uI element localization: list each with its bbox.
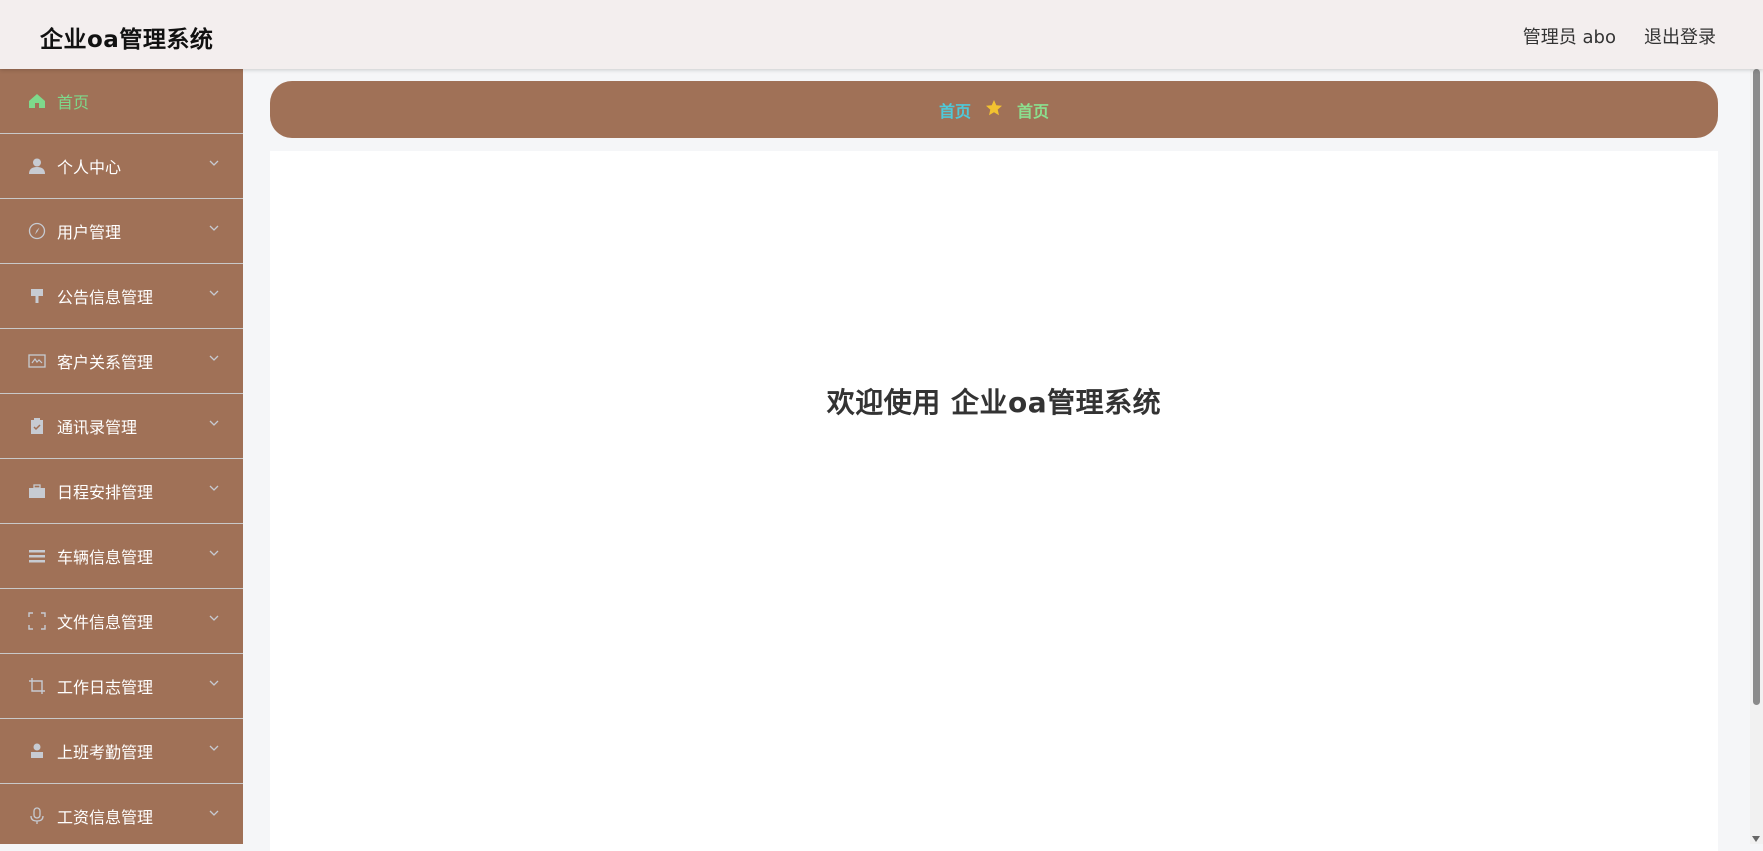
sidebar-item-schedule[interactable]: 日程安排管理 (0, 459, 243, 524)
sidebar-item-attendance[interactable]: 上班考勤管理 (0, 719, 243, 784)
sidebar-item-label: 上班考勤管理 (57, 743, 154, 762)
breadcrumb-current: 首页 (1017, 101, 1050, 121)
sidebar-item-files[interactable]: 文件信息管理 (0, 589, 243, 654)
welcome-heading: 欢迎使用 企业oa管理系统 (826, 386, 1162, 419)
compass-icon (27, 221, 47, 241)
home-icon (27, 91, 47, 111)
user-icon (27, 156, 47, 176)
sidebar-item-home[interactable]: 首页 (0, 69, 243, 134)
sidebar-item-label: 首页 (57, 93, 90, 112)
chevron-down-icon (209, 810, 219, 816)
vertical-scrollbar[interactable] (1750, 69, 1763, 844)
sidebar-item-personal-center[interactable]: 个人中心 (0, 134, 243, 199)
chevron-down-icon (209, 160, 219, 166)
logout-button[interactable]: 退出登录 (1644, 23, 1716, 49)
top-header: 企业oa管理系统 管理员 abo 退出登录 (0, 0, 1763, 69)
briefcase-icon (27, 481, 47, 501)
star-icon (985, 99, 1003, 121)
crop-icon (27, 676, 47, 696)
breadcrumb-home-link[interactable]: 首页 (939, 98, 971, 122)
header-actions: 管理员 abo 退出登录 (1523, 23, 1716, 49)
chevron-down-icon (209, 225, 219, 231)
sidebar-item-label: 通讯录管理 (57, 418, 138, 437)
sidebar-item-label: 车辆信息管理 (57, 548, 154, 567)
current-user-label[interactable]: 管理员 abo (1523, 23, 1616, 49)
sidebar-item-contacts[interactable]: 通讯录管理 (0, 394, 243, 459)
frame-icon (27, 611, 47, 631)
sidebar-item-label: 文件信息管理 (57, 613, 154, 632)
sidebar-item-label: 用户管理 (57, 223, 122, 242)
person-icon (27, 741, 47, 761)
chevron-down-icon (209, 420, 219, 426)
id-card-icon (27, 351, 47, 371)
sidebar-item-salary[interactable]: 工资信息管理 (0, 784, 243, 844)
sidebar-menu: 首页 个人中心 用户管理 公告信息管理 客户关系管理 通讯录管理 日程安排管理 … (0, 69, 243, 844)
app-title: 企业oa管理系统 (40, 27, 214, 53)
chevron-down-icon (209, 615, 219, 621)
chevron-down-icon (209, 290, 219, 296)
sidebar-item-label: 工作日志管理 (57, 678, 154, 697)
scrollbar-thumb[interactable] (1753, 69, 1760, 705)
sidebar-item-work-log[interactable]: 工作日志管理 (0, 654, 243, 719)
sidebar-item-label: 工资信息管理 (57, 808, 154, 827)
content-card: 欢迎使用 企业oa管理系统 (270, 151, 1718, 851)
sidebar-item-label: 客户关系管理 (57, 353, 154, 372)
breadcrumb: 首页 首页 (270, 81, 1718, 138)
sidebar-item-announcements[interactable]: 公告信息管理 (0, 264, 243, 329)
sidebar-item-customer-relations[interactable]: 客户关系管理 (0, 329, 243, 394)
sidebar-item-label: 日程安排管理 (57, 483, 154, 502)
sidebar-item-label: 公告信息管理 (57, 288, 154, 307)
scroll-down-arrow-icon[interactable] (1752, 836, 1760, 842)
chevron-down-icon (209, 745, 219, 751)
chevron-down-icon (209, 680, 219, 686)
microphone-icon (27, 806, 47, 826)
list-icon (27, 546, 47, 566)
chevron-down-icon (209, 485, 219, 491)
chevron-down-icon (209, 355, 219, 361)
sidebar-item-vehicles[interactable]: 车辆信息管理 (0, 524, 243, 589)
sidebar-item-label: 个人中心 (57, 158, 122, 177)
main-content: 首页 首页 欢迎使用 企业oa管理系统 (243, 69, 1750, 851)
chevron-down-icon (209, 550, 219, 556)
clipboard-icon (27, 416, 47, 436)
brush-icon (27, 286, 47, 306)
sidebar-item-user-management[interactable]: 用户管理 (0, 199, 243, 264)
